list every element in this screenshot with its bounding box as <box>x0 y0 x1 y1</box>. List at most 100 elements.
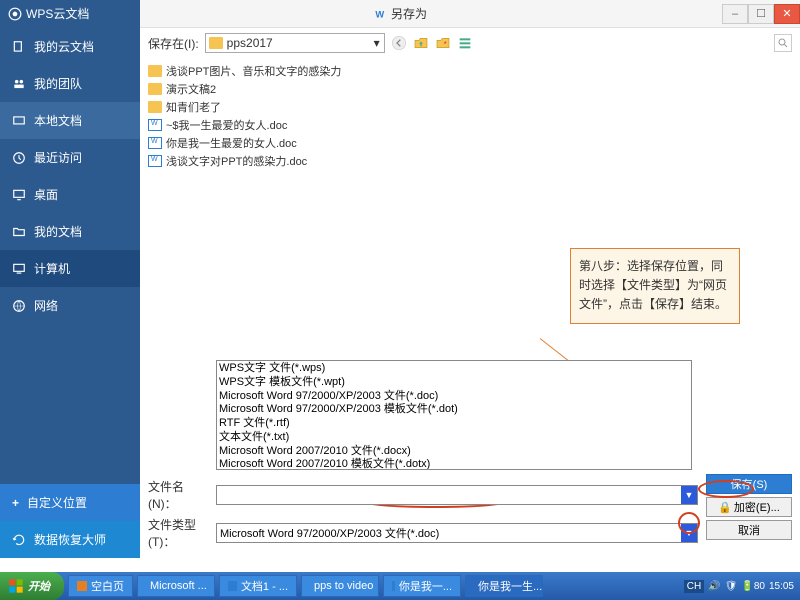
window-title-text: 另存为 <box>391 5 427 22</box>
view-menu-button[interactable] <box>457 35 473 51</box>
chevron-down-icon[interactable]: ▼ <box>681 486 697 504</box>
filetype-option[interactable]: Microsoft Word 2007/2010 文件(*.docx) <box>219 445 689 459</box>
back-button[interactable] <box>391 35 407 51</box>
filetype-option[interactable]: WPS文字 文件(*.wps) <box>219 362 689 376</box>
clock-icon <box>12 151 26 165</box>
sidebar-item-team[interactable]: 我的团队 <box>0 65 140 102</box>
clock[interactable]: 15:05 <box>769 581 794 592</box>
data-recovery-button[interactable]: 数据恢复大师 <box>0 521 140 558</box>
minimize-button[interactable]: – <box>722 4 748 24</box>
tray-icon[interactable]: 🔊 <box>708 581 720 592</box>
search-button[interactable] <box>774 34 792 52</box>
save-button[interactable]: 保存(S) <box>706 474 792 494</box>
custom-location-button[interactable]: + 自定义位置 <box>0 484 140 521</box>
filetype-option[interactable]: Microsoft Word 97/2000/XP/2003 模板文件(*.do… <box>219 403 689 417</box>
windows-logo-icon <box>8 578 24 594</box>
filetype-option[interactable]: WPS文字 模板文件(*.wpt) <box>219 376 689 390</box>
sidebar: 我的云文档 我的团队 本地文档 最近访问 桌面 我的文档 计算机 网络 <box>0 28 140 558</box>
folder-icon <box>148 65 162 77</box>
filetype-option[interactable]: Microsoft Word 97/2000/XP/2003 文件(*.doc) <box>219 390 689 404</box>
filename-input[interactable]: ▼ <box>216 485 698 505</box>
task-label: Microsoft ... <box>150 580 207 592</box>
file-item[interactable]: 你是我一生最爱的女人.doc <box>148 134 792 152</box>
maximize-button[interactable]: ☐ <box>748 4 774 24</box>
task-icon <box>392 581 395 591</box>
up-folder-button[interactable] <box>413 35 429 51</box>
start-button[interactable]: 开始 <box>0 572 64 600</box>
task-icon <box>77 581 87 591</box>
taskbar-task[interactable]: 空白页 <box>68 575 133 597</box>
file-item[interactable]: 浅谈文字对PPT的感染力.doc <box>148 152 792 170</box>
file-name: 你是我一生最爱的女人.doc <box>166 135 297 151</box>
sidebar-label: 桌面 <box>34 186 58 203</box>
doc-icon <box>148 155 162 167</box>
svg-text:*: * <box>443 40 446 49</box>
taskbar-task[interactable]: pps to video <box>301 575 379 597</box>
battery-pct: 80 <box>754 581 765 592</box>
file-name: 演示文稿2 <box>166 81 216 97</box>
sidebar-item-mydocs[interactable]: 我的文档 <box>0 213 140 250</box>
save-panel: WPS文字 文件(*.wps)WPS文字 模板文件(*.wpt)Microsof… <box>140 356 800 558</box>
sidebar-label: 我的文档 <box>34 223 82 240</box>
task-label: 文档1 - ... <box>241 578 288 594</box>
doc-icon <box>148 137 162 149</box>
taskbar-task[interactable]: 你是我一... <box>383 575 461 597</box>
task-icon <box>228 581 237 591</box>
encrypt-button[interactable]: 🔒加密(E)... <box>706 497 792 517</box>
content-area: 保存在(I): pps2017 ▾ * 浅谈PPT图片、音乐和文字的感染力演示文… <box>140 28 800 558</box>
filename-label: 文件名(N)： <box>148 478 210 512</box>
sidebar-btn-label: 数据恢复大师 <box>34 531 106 548</box>
refresh-icon <box>12 533 26 547</box>
file-type-listbox[interactable]: WPS文字 文件(*.wps)WPS文字 模板文件(*.wpt)Microsof… <box>216 360 692 470</box>
sidebar-item-computer[interactable]: 计算机 <box>0 250 140 287</box>
computer-icon <box>12 262 26 276</box>
lock-icon: 🔒 <box>718 501 732 514</box>
taskbar: 开始 空白页 Microsoft ... 文档1 - ... pps to video… <box>0 572 800 600</box>
sidebar-label: 网络 <box>34 297 58 314</box>
filetype-option[interactable]: Microsoft Word 2007/2010 模板文件(*.dotx) <box>219 458 689 470</box>
filetype-option[interactable]: RTF 文件(*.rtf) <box>219 417 689 431</box>
taskbar-task[interactable]: 你是我一生... <box>465 575 543 597</box>
sidebar-item-recent[interactable]: 最近访问 <box>0 139 140 176</box>
file-item[interactable]: 知青们老了 <box>148 98 792 116</box>
tray-icon[interactable]: 🛡 <box>725 581 738 592</box>
sidebar-label: 本地文档 <box>34 112 82 129</box>
sidebar-label: 计算机 <box>34 260 70 277</box>
location-toolbar: 保存在(I): pps2017 ▾ * <box>140 28 800 58</box>
task-label: 你是我一生... <box>478 578 542 594</box>
save-in-label: 保存在(I): <box>148 35 199 52</box>
cancel-button[interactable]: 取消 <box>706 520 792 540</box>
ime-indicator[interactable]: CH <box>684 580 704 593</box>
folder-path-dropdown[interactable]: pps2017 ▾ <box>205 33 385 53</box>
folder-name-text: pps2017 <box>227 36 273 50</box>
filetype-dropdown[interactable]: Microsoft Word 97/2000/XP/2003 文件(*.doc)… <box>216 523 698 543</box>
taskbar-task[interactable]: 文档1 - ... <box>219 575 297 597</box>
system-tray[interactable]: CH 🔊 🛡 🔋80 15:05 <box>678 580 800 593</box>
desktop-icon <box>12 188 26 202</box>
doc-icon <box>148 119 162 131</box>
file-item[interactable]: ~$我一生最爱的女人.doc <box>148 116 792 134</box>
file-item[interactable]: 演示文稿2 <box>148 80 792 98</box>
sidebar-item-network[interactable]: 网络 <box>0 287 140 324</box>
taskbar-task[interactable]: Microsoft ... <box>137 575 215 597</box>
task-label: 空白页 <box>91 578 124 594</box>
close-button[interactable]: ✕ <box>774 4 800 24</box>
sidebar-label: 最近访问 <box>34 149 82 166</box>
sidebar-item-desktop[interactable]: 桌面 <box>0 176 140 213</box>
new-folder-button[interactable]: * <box>435 35 451 51</box>
plus-icon: + <box>12 496 19 510</box>
app-brand: WPS云文档 <box>0 0 140 28</box>
team-icon <box>12 77 26 91</box>
filetype-option[interactable]: 文本文件(*.txt) <box>219 431 689 445</box>
sidebar-item-cloud-docs[interactable]: 我的云文档 <box>0 28 140 65</box>
chevron-down-icon: ▾ <box>370 36 384 50</box>
sidebar-item-local[interactable]: 本地文档 <box>0 102 140 139</box>
file-name: 浅谈PPT图片、音乐和文字的感染力 <box>166 63 341 79</box>
chevron-down-icon[interactable]: ▼ <box>681 524 697 542</box>
local-icon <box>12 114 26 128</box>
file-item[interactable]: 浅谈PPT图片、音乐和文字的感染力 <box>148 62 792 80</box>
title-bar: WPS云文档 W 另存为 – ☐ ✕ <box>0 0 800 28</box>
sidebar-btn-label: 自定义位置 <box>27 494 87 511</box>
file-name: ~$我一生最爱的女人.doc <box>166 117 287 133</box>
battery-indicator[interactable]: 🔋80 <box>741 581 765 592</box>
